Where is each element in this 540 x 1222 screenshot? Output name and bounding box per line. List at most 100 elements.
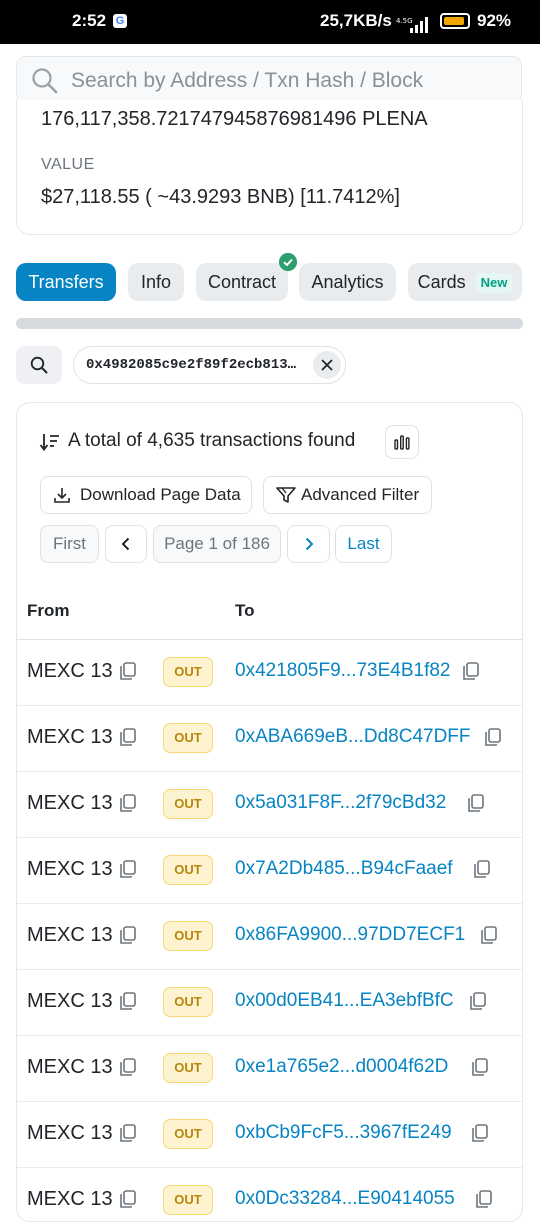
table-row: MEXC 13 OUT 0x5a031F8F...2f79cBd32 xyxy=(17,772,522,838)
tab-transfers[interactable]: Transfers xyxy=(16,263,116,301)
to-address-link[interactable]: 0x7A2Db485...B94cFaaef xyxy=(235,858,453,880)
search-icon xyxy=(32,68,58,94)
copy-icon[interactable] xyxy=(472,859,492,879)
transactions-total: A total of 4,635 transactions found xyxy=(68,430,356,451)
status-network-speed: 25,7KB/s xyxy=(320,11,392,30)
search-bar[interactable] xyxy=(16,56,522,105)
column-header-to: To xyxy=(235,601,255,620)
copy-icon[interactable] xyxy=(118,1057,138,1077)
tab-info[interactable]: Info xyxy=(128,263,184,301)
copy-icon[interactable] xyxy=(118,1123,138,1143)
copy-icon[interactable] xyxy=(118,793,138,813)
chevron-right-icon xyxy=(305,537,314,551)
value-amount: $27,118.55 ( ~43.9293 BNB) [11.7412%] xyxy=(41,186,400,208)
tab-contract[interactable]: Contract xyxy=(196,263,288,301)
prev-page-button[interactable] xyxy=(105,525,147,563)
table-row: MEXC 13 OUT 0x7A2Db485...B94cFaaef xyxy=(17,838,522,904)
from-address-label[interactable]: MEXC 13 xyxy=(27,726,113,749)
from-address-label[interactable]: MEXC 13 xyxy=(27,990,113,1013)
chevron-left-icon xyxy=(121,537,130,551)
status-bar: 2:52 G 25,7KB/s 4.5G 92% xyxy=(0,0,540,44)
page-indicator: Page 1 of 186 xyxy=(153,525,281,563)
to-address-link[interactable]: 0xbCb9FcF5...3967fE249 xyxy=(235,1122,452,1144)
battery-percent: 92% xyxy=(477,11,512,30)
to-address-link[interactable]: 0x0Dc33284...E90414055 xyxy=(235,1188,455,1210)
copy-icon[interactable] xyxy=(118,925,138,945)
direction-badge: OUT xyxy=(163,921,213,951)
filter-search-button[interactable] xyxy=(16,346,62,384)
battery-icon xyxy=(440,13,470,29)
bar-chart-icon xyxy=(394,435,410,450)
advanced-filter-button[interactable]: Advanced Filter xyxy=(263,476,432,514)
from-address-label[interactable]: MEXC 13 xyxy=(27,792,113,815)
table-row: MEXC 13 OUT 0xe1a765e2...d0004f62D xyxy=(17,1036,522,1102)
table-row: MEXC 13 OUT 0xbCb9FcF5...3967fE249 xyxy=(17,1102,522,1168)
verified-check-icon xyxy=(279,253,297,271)
clear-filter-button[interactable] xyxy=(313,351,341,379)
table-row: MEXC 13 OUT 0x00d0EB41...EA3ebfBfC xyxy=(17,970,522,1036)
token-overview-card: 176,117,358.721747945876981496 PLENA VAL… xyxy=(16,100,523,235)
google-icon: G xyxy=(113,14,127,28)
net-type-label: 4.5G xyxy=(396,17,413,25)
copy-icon[interactable] xyxy=(118,727,138,747)
copy-icon[interactable] xyxy=(483,727,503,747)
direction-badge: OUT xyxy=(163,789,213,819)
close-icon xyxy=(321,359,333,371)
tab-cards[interactable]: Cards New xyxy=(408,263,522,301)
from-address-label[interactable]: MEXC 13 xyxy=(27,858,113,881)
copy-icon[interactable] xyxy=(118,661,138,681)
tab-cards-label: Cards xyxy=(417,272,466,292)
copy-icon[interactable] xyxy=(118,1189,138,1209)
first-page-button[interactable]: First xyxy=(40,525,99,563)
address-filter-chip: 0x4982085c9e2f89f2ecb8131... xyxy=(73,346,346,384)
copy-icon[interactable] xyxy=(479,925,499,945)
copy-icon[interactable] xyxy=(118,991,138,1011)
copy-icon[interactable] xyxy=(470,1123,490,1143)
table-row: MEXC 13 OUT 0x86FA9900...97DD7ECF1 xyxy=(17,904,522,970)
direction-badge: OUT xyxy=(163,987,213,1017)
direction-badge: OUT xyxy=(163,1185,213,1215)
copy-icon[interactable] xyxy=(470,1057,490,1077)
advanced-filter-label: Advanced Filter xyxy=(301,485,420,504)
download-icon xyxy=(54,488,70,503)
download-page-data-button[interactable]: Download Page Data xyxy=(40,476,252,514)
direction-badge: OUT xyxy=(163,723,213,753)
battery-level xyxy=(444,17,464,25)
filter-icon xyxy=(276,487,296,503)
chart-toggle-button[interactable] xyxy=(385,425,419,459)
direction-badge: OUT xyxy=(163,1119,213,1149)
tabs-scrollbar[interactable] xyxy=(16,318,523,329)
to-address-link[interactable]: 0x86FA9900...97DD7ECF1 xyxy=(235,924,465,946)
copy-icon[interactable] xyxy=(461,661,481,681)
table-row: MEXC 13 OUT 0xABA669eB...Dd8C47DFF xyxy=(17,706,522,772)
to-address-link[interactable]: 0x00d0EB41...EA3ebfBfC xyxy=(235,990,454,1012)
balance-amount: 176,117,358.721747945876981496 PLENA xyxy=(41,108,428,130)
new-badge: New xyxy=(475,273,513,294)
copy-icon[interactable] xyxy=(466,793,486,813)
tab-analytics[interactable]: Analytics xyxy=(299,263,396,301)
to-address-link[interactable]: 0x5a031F8F...2f79cBd32 xyxy=(235,792,446,814)
copy-icon[interactable] xyxy=(118,859,138,879)
last-page-button[interactable]: Last xyxy=(335,525,392,563)
next-page-button[interactable] xyxy=(287,525,330,563)
from-address-label[interactable]: MEXC 13 xyxy=(27,924,113,947)
column-header-from: From xyxy=(27,601,70,620)
direction-badge: OUT xyxy=(163,1053,213,1083)
status-time: 2:52 xyxy=(72,11,107,30)
signal-icon: 4.5G xyxy=(396,17,428,33)
from-address-label[interactable]: MEXC 13 xyxy=(27,1056,113,1079)
from-address-label[interactable]: MEXC 13 xyxy=(27,1122,113,1145)
value-label: VALUE xyxy=(41,156,95,173)
copy-icon[interactable] xyxy=(468,991,488,1011)
download-label: Download Page Data xyxy=(80,485,241,504)
to-address-link[interactable]: 0xe1a765e2...d0004f62D xyxy=(235,1056,448,1078)
direction-badge: OUT xyxy=(163,855,213,885)
copy-icon[interactable] xyxy=(474,1189,494,1209)
from-address-label[interactable]: MEXC 13 xyxy=(27,660,113,683)
search-input[interactable] xyxy=(69,57,513,105)
sort-icon xyxy=(39,434,59,451)
to-address-link[interactable]: 0xABA669eB...Dd8C47DFF xyxy=(235,726,471,748)
table-row: MEXC 13 OUT 0x421805F9...73E4B1f82 xyxy=(17,640,522,706)
transactions-card: A total of 4,635 transactions found Down… xyxy=(16,402,523,1222)
to-address-link[interactable]: 0x421805F9...73E4B1f82 xyxy=(235,660,451,682)
